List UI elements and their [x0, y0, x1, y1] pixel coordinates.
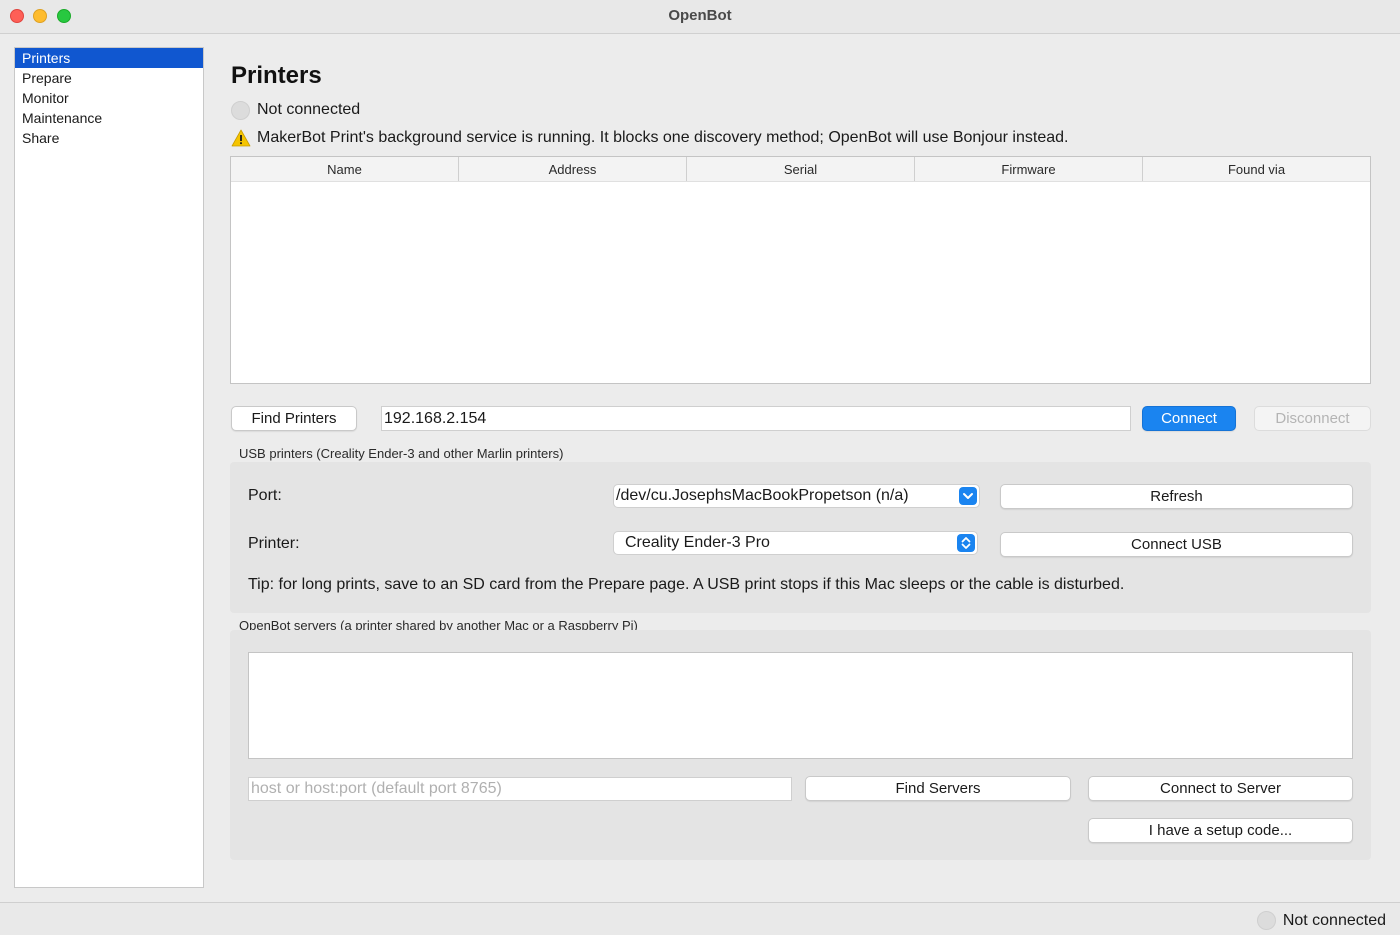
footer-status-indicator-icon [1256, 911, 1276, 930]
refresh-button[interactable]: Refresh [1000, 484, 1353, 509]
sidebar-item-printers[interactable]: Printers [15, 48, 203, 68]
sidebar-item-maintenance[interactable]: Maintenance [15, 108, 203, 128]
sidebar-item-monitor[interactable]: Monitor [15, 88, 203, 108]
usb-tip-text: Tip: for long prints, save to an SD card… [248, 576, 1125, 593]
window-title: OpenBot [668, 7, 732, 24]
connect-button[interactable]: Connect [1142, 406, 1236, 431]
disconnect-button: Disconnect [1254, 406, 1371, 431]
port-select[interactable]: /dev/cu.JosephsMacBookPropetson (n/a) [613, 484, 980, 508]
connection-status-text: Not connected [257, 101, 361, 118]
connect-usb-button[interactable]: Connect USB [1000, 532, 1353, 557]
title-bar: OpenBot [0, 0, 1400, 34]
warning-text: MakerBot Print's background service is r… [257, 129, 1069, 146]
printer-table[interactable]: Name Address Serial Firmware Found via [230, 156, 1371, 384]
warning-banner: MakerBot Print's background service is r… [231, 128, 1068, 148]
setup-code-button[interactable]: I have a setup code... [1088, 818, 1353, 843]
column-header-serial[interactable]: Serial [687, 157, 915, 181]
footer-connection-status: Not connected [1256, 911, 1386, 930]
column-header-found-via[interactable]: Found via [1143, 157, 1370, 181]
sidebar: Printers Prepare Monitor Maintenance Sha… [14, 47, 204, 888]
status-indicator-icon [231, 100, 250, 120]
column-header-name[interactable]: Name [231, 157, 459, 181]
status-bar: Not connected [0, 902, 1400, 935]
printer-model-value: Creality Ender-3 Pro [625, 534, 770, 551]
warning-triangle-icon [231, 129, 251, 147]
footer-status-text: Not connected [1282, 911, 1386, 929]
server-host-input[interactable] [248, 777, 792, 801]
printer-address-input[interactable] [381, 406, 1131, 431]
column-header-address[interactable]: Address [459, 157, 687, 181]
page-title: Printers [231, 62, 322, 89]
port-label: Port: [248, 487, 282, 504]
column-header-firmware[interactable]: Firmware [915, 157, 1143, 181]
sidebar-item-share[interactable]: Share [15, 128, 203, 148]
chevron-down-icon [959, 487, 977, 505]
find-printers-button[interactable]: Find Printers [231, 406, 357, 431]
usb-group-label: USB printers (Creality Ender-3 and other… [239, 446, 564, 461]
printer-label: Printer: [248, 535, 300, 552]
server-list[interactable] [248, 652, 1353, 759]
table-header: Name Address Serial Firmware Found via [231, 157, 1370, 182]
sidebar-item-prepare[interactable]: Prepare [15, 68, 203, 88]
printer-model-select[interactable]: Creality Ender-3 Pro [613, 531, 978, 555]
connection-status: Not connected [231, 100, 360, 120]
connect-to-server-button[interactable]: Connect to Server [1088, 776, 1353, 801]
port-select-value: /dev/cu.JosephsMacBookPropetson (n/a) [616, 487, 909, 504]
find-servers-button[interactable]: Find Servers [805, 776, 1071, 801]
chevron-up-down-icon [957, 534, 975, 552]
